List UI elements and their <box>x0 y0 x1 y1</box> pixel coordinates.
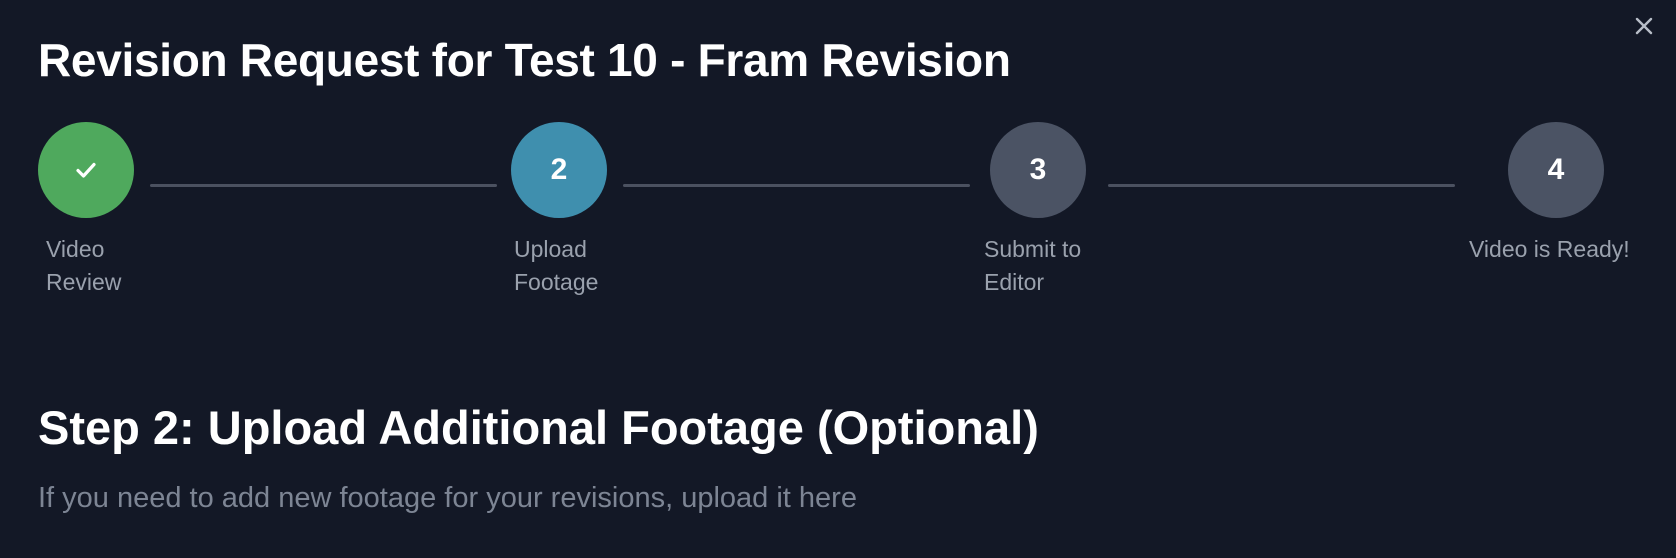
step-1-label-line1: Video <box>46 236 105 262</box>
step-connector-2-3 <box>623 184 970 187</box>
step-1-label: Video Review <box>46 233 121 299</box>
step-3-label: Submit to Editor <box>984 233 1081 299</box>
step-connector-1-2 <box>150 184 497 187</box>
step-4-number: 4 <box>1547 153 1565 186</box>
step-2-number: 2 <box>550 153 568 186</box>
step-4-label-line1: Video is Ready! <box>1469 236 1630 262</box>
step-section-heading: Step 2: Upload Additional Footage (Optio… <box>38 401 1039 454</box>
step-3-label-line2: Editor <box>984 269 1045 295</box>
step-2-label-line1: Upload <box>514 236 587 262</box>
step-section-description: If you need to add new footage for your … <box>38 482 857 514</box>
step-3-circle: 3 <box>990 122 1086 218</box>
step-2-circle: 2 <box>511 122 607 218</box>
step-3-number: 3 <box>1029 153 1047 186</box>
step-4-circle: 4 <box>1508 122 1604 218</box>
revision-request-modal: Revision Request for Test 10 - Fram Revi… <box>0 0 1676 558</box>
step-3-label-line1: Submit to <box>984 236 1082 262</box>
checkmark-icon <box>76 162 96 178</box>
progress-stepper: Video Review 2 Upload Footage 3 Submit t… <box>0 0 1676 320</box>
step-2-label-line2: Footage <box>514 269 599 295</box>
step-1-label-line2: Review <box>46 269 122 295</box>
step-4-label: Video is Ready! <box>1469 233 1630 266</box>
step-2-label: Upload Footage <box>514 233 598 299</box>
step-connector-3-4 <box>1108 184 1455 187</box>
step-1-circle <box>38 122 134 218</box>
